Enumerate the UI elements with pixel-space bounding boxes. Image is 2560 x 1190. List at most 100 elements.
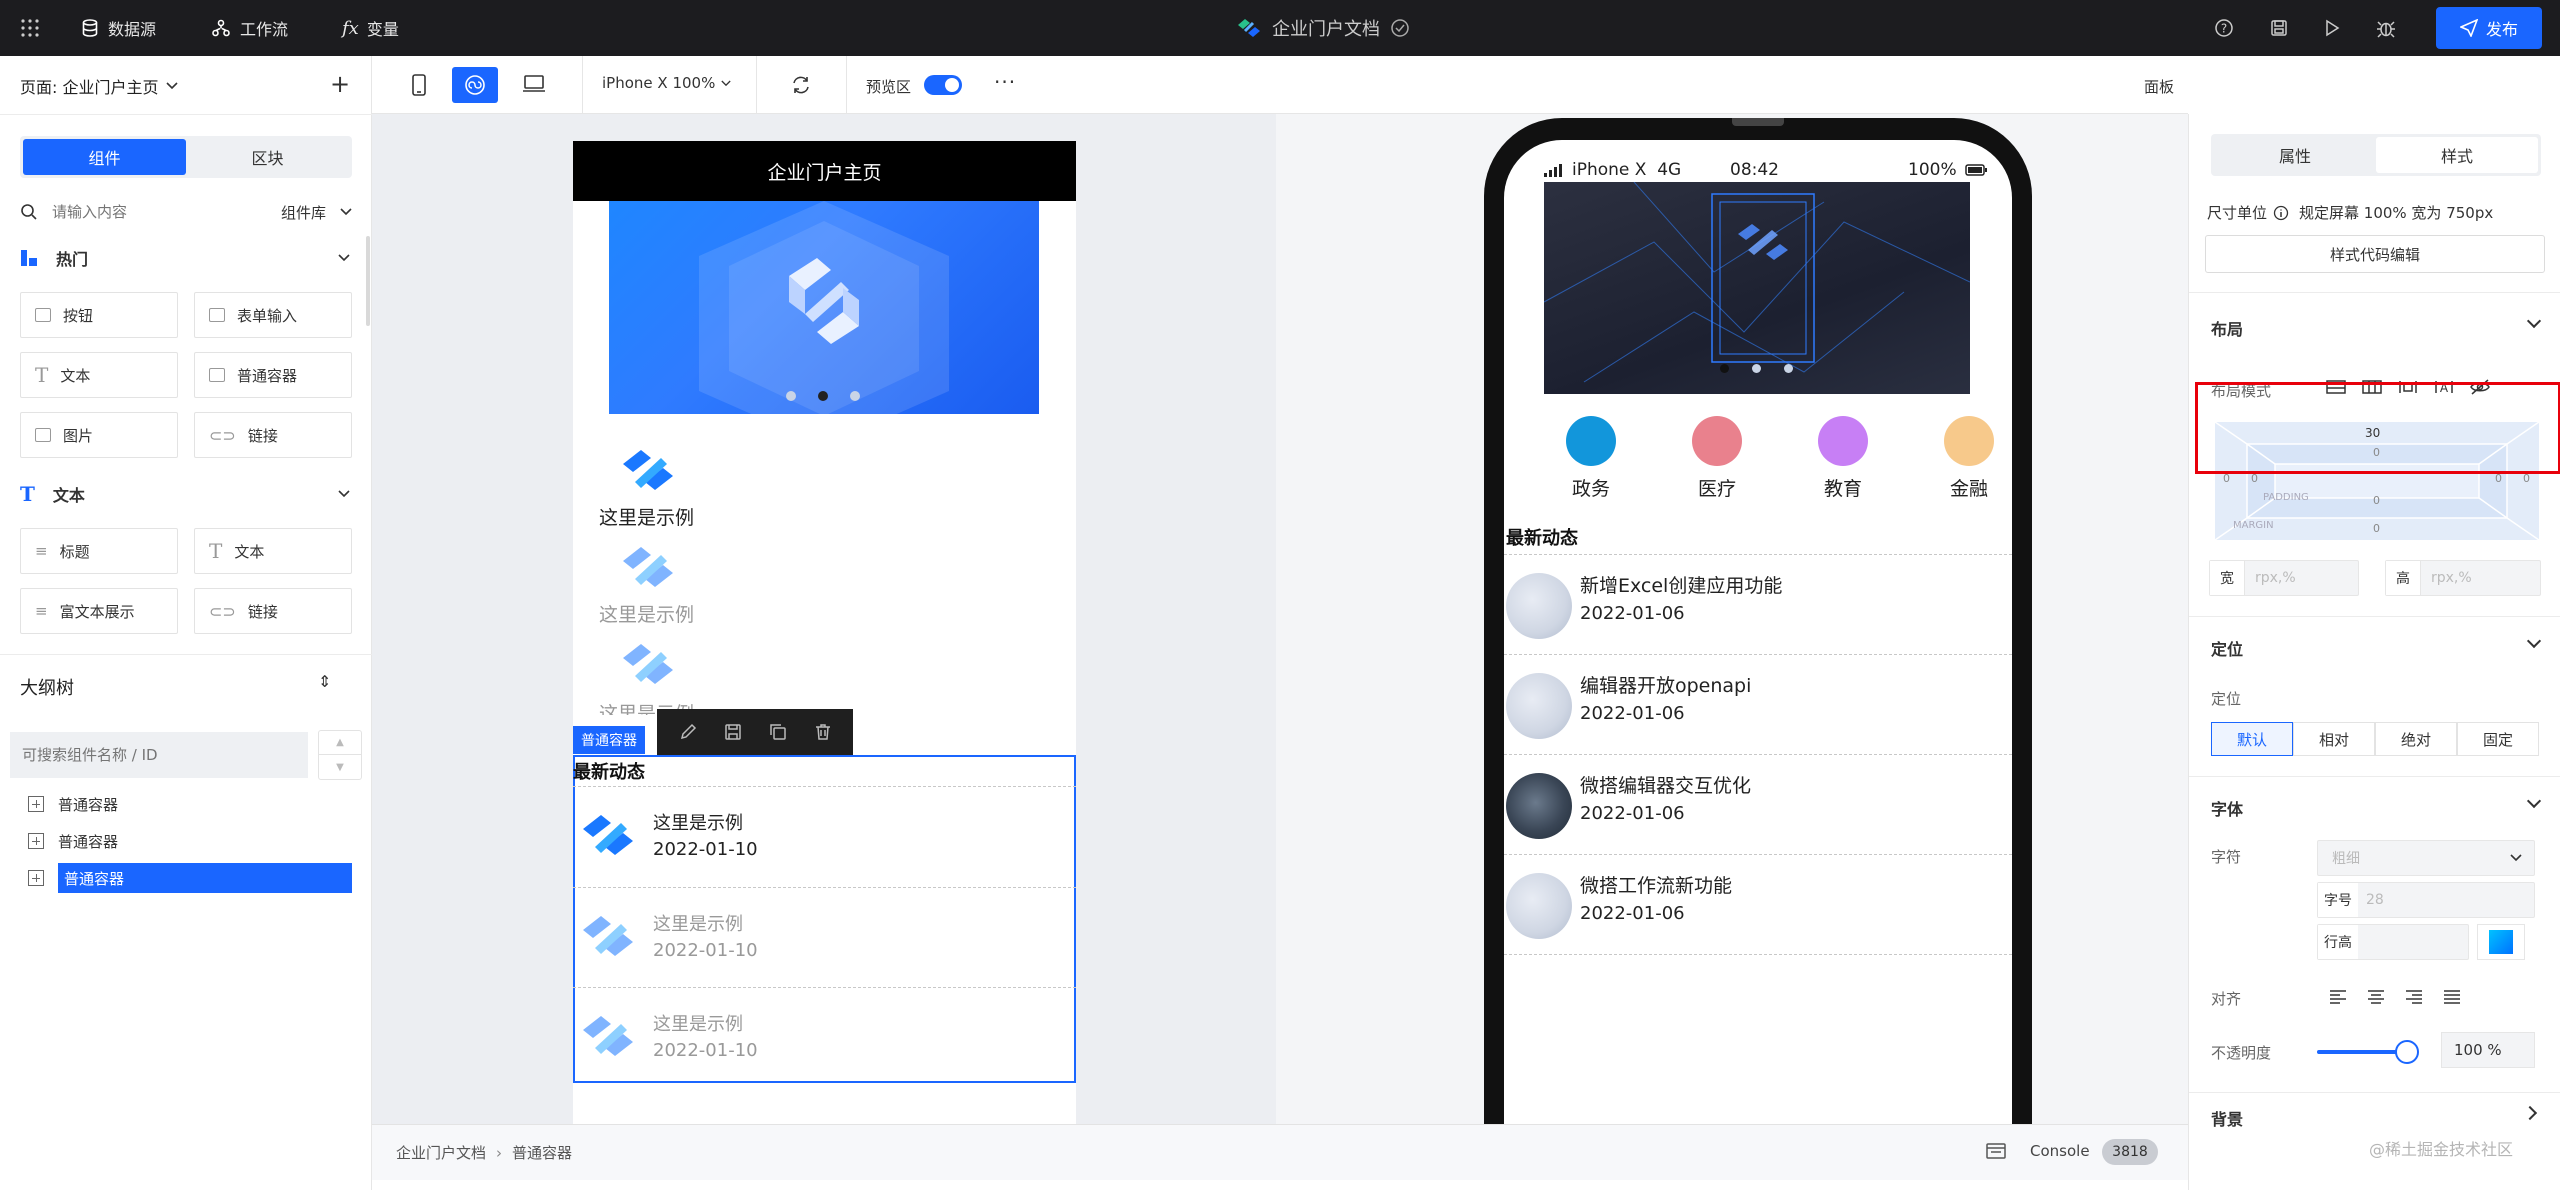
position-absolute[interactable]: 绝对 <box>2375 722 2457 756</box>
opacity-slider-handle[interactable] <box>2395 1040 2419 1064</box>
component-text[interactable]: T 文本 <box>194 528 352 574</box>
font-section-title[interactable]: 字体 <box>2211 796 2243 820</box>
delete-icon[interactable] <box>813 722 833 742</box>
outline-item-selected[interactable]: 普通容器 <box>28 863 352 893</box>
swiper-dot[interactable] <box>786 391 796 401</box>
category-circle-gov[interactable] <box>1566 416 1616 466</box>
outline-sort-stepper[interactable]: ▲ ▼ <box>318 730 362 780</box>
align-left-icon[interactable] <box>2329 990 2347 1004</box>
style-code-edit-button[interactable]: 样式代码编辑 <box>2205 235 2545 273</box>
phone-news-row[interactable]: 新增Excel创建应用功能 2022-01-06 <box>1504 555 2012 655</box>
position-fixed[interactable]: 固定 <box>2457 722 2539 756</box>
scrollbar[interactable] <box>366 236 370 326</box>
align-justify-icon[interactable] <box>2443 990 2461 1004</box>
hot-section-header[interactable]: 热门 <box>20 246 350 270</box>
category-circle-finance[interactable] <box>1944 416 1994 466</box>
text-section-header[interactable]: T 文本 <box>20 482 350 506</box>
panel-toggle[interactable]: 面板 <box>2144 76 2174 97</box>
breadcrumb-leaf[interactable]: 普通容器 <box>512 1142 572 1163</box>
page-header[interactable]: 企业门户主页 <box>573 141 1076 201</box>
font-color-picker[interactable] <box>2477 924 2525 960</box>
refresh-icon[interactable] <box>790 74 812 100</box>
preview-toggle[interactable] <box>924 75 962 95</box>
save-icon[interactable] <box>2270 0 2298 56</box>
padding-bottom-value[interactable]: 0 <box>2373 494 2380 507</box>
outline-item[interactable]: 普通容器 <box>28 789 118 819</box>
category-circle-medical[interactable] <box>1692 416 1742 466</box>
chevron-down-icon[interactable] <box>2526 633 2542 649</box>
selected-container-tag[interactable]: 普通容器 <box>573 726 645 754</box>
component-link[interactable]: ⊂⊃ 链接 <box>194 588 352 634</box>
news-row[interactable]: 这里是示例 2022-01-10 <box>573 888 1076 988</box>
mobile-device-icon[interactable] <box>412 74 426 100</box>
opacity-slider-track[interactable] <box>2317 1040 2419 1064</box>
workflow-menu[interactable]: 工作流 <box>212 0 288 56</box>
expand-icon[interactable] <box>28 833 44 849</box>
position-default[interactable]: 默认 <box>2211 722 2293 756</box>
phone-news-row[interactable]: 微搭编辑器交互优化 2022-01-06 <box>1504 755 2012 855</box>
component-search-input[interactable] <box>52 203 232 221</box>
play-icon[interactable] <box>2324 0 2350 56</box>
component-richtext[interactable]: ≡ 富文本展示 <box>20 588 178 634</box>
align-center-icon[interactable] <box>2367 990 2385 1004</box>
tab-properties[interactable]: 属性 <box>2214 137 2376 173</box>
news-row[interactable]: 这里是示例 2022-01-10 <box>573 988 1076 1082</box>
expand-collapse-icon[interactable]: ⇕ <box>318 672 331 691</box>
info-icon[interactable] <box>2273 205 2289 221</box>
chevron-right-icon[interactable] <box>2522 1105 2538 1121</box>
background-section-title[interactable]: 背景 <box>2211 1106 2243 1130</box>
component-heading[interactable]: ≡ 标题 <box>20 528 178 574</box>
swiper-dot[interactable] <box>1784 364 1793 373</box>
position-section-title[interactable]: 定位 <box>2211 636 2243 660</box>
chevron-down-icon[interactable] <box>2526 793 2542 809</box>
outline-search[interactable] <box>10 732 308 778</box>
copy-icon[interactable] <box>768 722 788 742</box>
component-container[interactable]: 普通容器 <box>194 352 352 398</box>
outline-item[interactable]: 普通容器 <box>28 826 118 856</box>
component-link[interactable]: ⊂⊃ 链接 <box>194 412 352 458</box>
margin-bottom-value[interactable]: 0 <box>2373 522 2380 535</box>
breadcrumb-root[interactable]: 企业门户文档 <box>396 1142 486 1163</box>
font-size-field[interactable]: 字号 28 <box>2317 882 2535 918</box>
tab-style[interactable]: 样式 <box>2376 137 2538 173</box>
swiper-dot[interactable] <box>1752 364 1761 373</box>
console-icon[interactable] <box>1986 1142 2006 1164</box>
component-form-input[interactable]: 表单输入 <box>194 292 352 338</box>
chevron-down-icon[interactable] <box>2526 313 2542 329</box>
expand-icon[interactable] <box>28 870 44 886</box>
tab-components[interactable]: 组件 <box>23 139 186 175</box>
more-icon[interactable]: ··· <box>994 70 1016 94</box>
miniprogram-device-button[interactable] <box>452 67 498 103</box>
up-icon[interactable]: ▲ <box>319 731 361 755</box>
category-circle-education[interactable] <box>1818 416 1868 466</box>
swiper-dot-active[interactable] <box>818 391 828 401</box>
edit-icon[interactable] <box>678 722 698 742</box>
component-button[interactable]: 按钮 <box>20 292 178 338</box>
swiper-dot-active[interactable] <box>1720 364 1729 373</box>
position-relative[interactable]: 相对 <box>2293 722 2375 756</box>
outline-search-input[interactable] <box>22 746 292 764</box>
phone-banner[interactable] <box>1544 182 1970 394</box>
align-right-icon[interactable] <box>2405 990 2423 1004</box>
layout-section-title[interactable]: 布局 <box>2211 316 2243 340</box>
library-selector[interactable]: 组件库 <box>281 202 326 223</box>
phone-news-row[interactable]: 微搭工作流新功能 2022-01-06 <box>1504 855 2012 955</box>
help-icon[interactable]: ? <box>2214 0 2244 56</box>
down-icon[interactable]: ▼ <box>319 755 361 779</box>
width-field[interactable]: 宽 rpx,% <box>2209 560 2359 596</box>
opacity-input[interactable]: 100 % <box>2441 1032 2535 1068</box>
phone-news-row[interactable]: 编辑器开放openapi 2022-01-06 <box>1504 655 2012 755</box>
publish-button[interactable]: 发布 <box>2436 7 2542 49</box>
datasource-menu[interactable]: 数据源 <box>82 0 156 56</box>
save-icon[interactable] <box>723 722 743 742</box>
expand-icon[interactable] <box>28 796 44 812</box>
line-height-field[interactable]: 行高 <box>2317 924 2469 960</box>
bug-icon[interactable] <box>2376 0 2406 56</box>
component-image[interactable]: 图片 <box>20 412 178 458</box>
tab-blocks[interactable]: 区块 <box>186 139 349 175</box>
font-weight-select[interactable]: 粗细 <box>2317 840 2535 876</box>
desktop-device-icon[interactable] <box>522 74 546 98</box>
console-label[interactable]: Console <box>2030 1142 2090 1160</box>
variables-menu[interactable]: fx 变量 <box>342 0 399 56</box>
device-zoom-select[interactable]: iPhone X 100% <box>602 74 731 92</box>
